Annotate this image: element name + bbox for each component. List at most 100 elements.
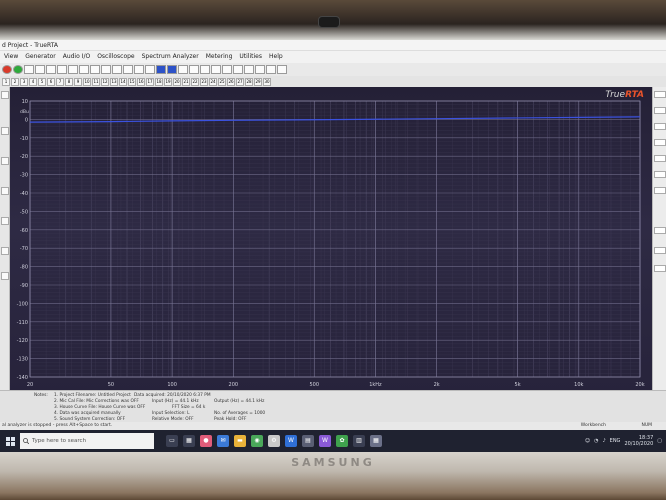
menu-utilities[interactable]: Utilities <box>239 51 262 63</box>
toolbar-button[interactable] <box>189 65 199 74</box>
toolbar-button[interactable] <box>101 65 111 74</box>
toolbar-small-button[interactable]: 29 <box>254 77 262 86</box>
app-icon[interactable]: ▤ <box>302 435 314 447</box>
toolbar-button[interactable] <box>222 65 232 74</box>
toolbar-small-button[interactable]: 20 <box>173 77 181 86</box>
menu-view[interactable]: View <box>4 51 18 63</box>
toolbar-small-button[interactable]: 13 <box>110 77 118 86</box>
toolbar-button[interactable] <box>266 65 276 74</box>
app-icon[interactable]: ▥ <box>353 435 365 447</box>
toolbar-button[interactable] <box>134 65 144 74</box>
toolbar-button[interactable] <box>178 65 188 74</box>
toolbar-small-button[interactable]: 28 <box>245 77 253 86</box>
chrome-icon[interactable]: ◉ <box>251 435 263 447</box>
toolbar-small-button[interactable]: 3 <box>20 77 28 86</box>
toolbar-button[interactable] <box>277 65 287 74</box>
right-panel-control[interactable] <box>654 91 666 98</box>
toolbar-small-button[interactable]: 14 <box>119 77 127 86</box>
clock[interactable]: 18:37 20/10/2020 <box>624 435 653 447</box>
toolbar-button[interactable] <box>200 65 210 74</box>
toolbar-small-button[interactable]: 1 <box>2 77 10 86</box>
spectrum-view-button[interactable] <box>156 65 166 74</box>
toolbar-small-button[interactable]: 4 <box>29 77 37 86</box>
settings-icon[interactable]: ⚙ <box>268 435 280 447</box>
toolbar-small-button[interactable]: 8 <box>65 77 73 86</box>
toolbar-small-button[interactable]: 19 <box>164 77 172 86</box>
toolbar-small-button[interactable]: 7 <box>56 77 64 86</box>
toolbar-button[interactable] <box>211 65 221 74</box>
toolbar-button[interactable] <box>255 65 265 74</box>
menu-help[interactable]: Help <box>269 51 283 63</box>
menu-metering[interactable]: Metering <box>206 51 233 63</box>
people-icon[interactable]: ☺ <box>585 438 590 444</box>
toolbar-button[interactable] <box>79 65 89 74</box>
toolbar-small-button[interactable]: 23 <box>200 77 208 86</box>
toolbar-button[interactable] <box>244 65 254 74</box>
right-panel-control[interactable] <box>654 139 666 146</box>
strip-control[interactable] <box>1 91 9 99</box>
spectrum-plot[interactable]: 10 0 -10 -20 -30 -40 -50 -60 -70 -80 -90 -100 -110 -1… <box>10 87 652 394</box>
mail-icon[interactable]: ✉ <box>217 435 229 447</box>
bar-graph-button[interactable] <box>167 65 177 74</box>
toolbar-small-button[interactable]: 17 <box>146 77 154 86</box>
toolbar-button[interactable] <box>46 65 56 74</box>
toolbar-button[interactable] <box>123 65 133 74</box>
app-icon[interactable]: W <box>319 435 331 447</box>
right-panel-control[interactable] <box>654 107 666 114</box>
toolbar-small-button[interactable]: 21 <box>182 77 190 86</box>
toolbar-button[interactable] <box>90 65 100 74</box>
app-icon[interactable]: ✿ <box>336 435 348 447</box>
toolbar-small-button[interactable]: 16 <box>137 77 145 86</box>
toolbar-button[interactable] <box>57 65 67 74</box>
toolbar-small-button[interactable]: 2 <box>11 77 19 86</box>
menu-oscilloscope[interactable]: Oscilloscope <box>97 51 134 63</box>
right-panel-control[interactable] <box>654 123 666 130</box>
strip-control[interactable] <box>1 217 9 225</box>
right-panel-dropdown[interactable] <box>654 227 666 234</box>
notifications-icon[interactable]: ▢ <box>657 438 662 444</box>
app-icon[interactable]: ● <box>200 435 212 447</box>
toolbar-small-button[interactable]: 9 <box>74 77 82 86</box>
menu-audio-io[interactable]: Audio I/O <box>63 51 90 63</box>
menu-spectrum-analyzer[interactable]: Spectrum Analyzer <box>142 51 199 63</box>
media-icon[interactable]: ▦ <box>183 435 195 447</box>
toolbar-button[interactable] <box>112 65 122 74</box>
toolbar-small-button[interactable]: 15 <box>128 77 136 86</box>
folder-icon[interactable]: ▬ <box>234 435 246 447</box>
toolbar-button[interactable] <box>35 65 45 74</box>
right-panel-dropdown[interactable] <box>654 247 666 254</box>
right-panel-control[interactable] <box>654 171 666 178</box>
stop-button[interactable] <box>2 65 12 74</box>
toolbar-small-button[interactable]: 24 <box>209 77 217 86</box>
toolbar-button[interactable] <box>68 65 78 74</box>
toolbar-small-button[interactable]: 26 <box>227 77 235 86</box>
toolbar-small-button[interactable]: 12 <box>101 77 109 86</box>
start-button[interactable] <box>0 430 20 452</box>
wifi-icon[interactable]: ◔ <box>594 438 598 444</box>
toolbar-small-button[interactable]: 5 <box>38 77 46 86</box>
toolbar-small-button[interactable]: 22 <box>191 77 199 86</box>
strip-control[interactable] <box>1 157 9 165</box>
toolbar-small-button[interactable]: 11 <box>92 77 100 86</box>
strip-control[interactable] <box>1 187 9 195</box>
toolbar-small-button[interactable]: 6 <box>47 77 55 86</box>
volume-icon[interactable]: ♪ <box>602 438 605 444</box>
toolbar-button[interactable] <box>24 65 34 74</box>
right-panel-control[interactable] <box>654 155 666 162</box>
go-button[interactable] <box>13 65 23 74</box>
truerta-taskbar-icon[interactable]: ▦ <box>370 435 382 447</box>
language-indicator[interactable]: ENG <box>610 438 621 444</box>
right-panel-control[interactable] <box>654 187 666 194</box>
menu-generator[interactable]: Generator <box>25 51 55 63</box>
strip-control[interactable] <box>1 247 9 255</box>
toolbar-button[interactable] <box>145 65 155 74</box>
toolbar-small-button[interactable]: 27 <box>236 77 244 86</box>
strip-control[interactable] <box>1 127 9 135</box>
word-icon[interactable]: W <box>285 435 297 447</box>
toolbar-small-button[interactable]: 30 <box>263 77 271 86</box>
right-panel-dropdown[interactable] <box>654 265 666 272</box>
toolbar-small-button[interactable]: 10 <box>83 77 91 86</box>
strip-control[interactable] <box>1 272 9 280</box>
toolbar-small-button[interactable]: 18 <box>155 77 163 86</box>
toolbar-button[interactable] <box>233 65 243 74</box>
